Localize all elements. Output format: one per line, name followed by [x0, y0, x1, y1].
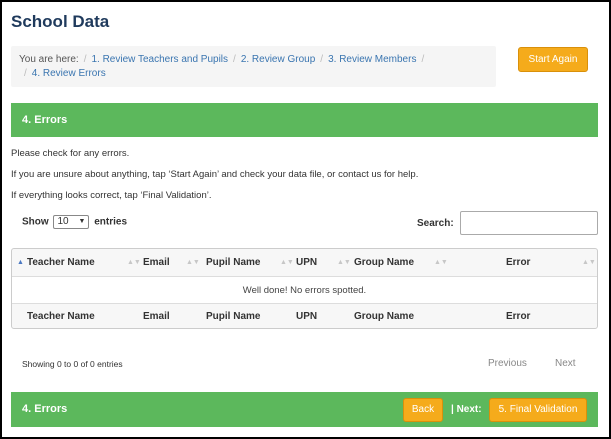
breadcrumb-separator: /: [24, 68, 27, 79]
section-header-bar: 4. Errors: [11, 103, 598, 137]
sort-icon: ▲▼: [582, 259, 596, 266]
column-footer-pupil-name: Pupil Name: [206, 311, 261, 322]
final-validation-button[interactable]: 5. Final Validation: [489, 398, 587, 422]
table-header-row: ▲ Teacher Name ▲▼ Email ▲▼ Pupil Name ▲▼…: [12, 249, 597, 277]
search-label: Search:: [417, 218, 454, 229]
breadcrumb-separator: /: [421, 54, 425, 65]
breadcrumb-prefix: You are here:: [19, 54, 79, 65]
column-header-group-name[interactable]: Group Name: [354, 249, 414, 277]
entries-select-value: 10: [57, 216, 69, 227]
section-title: 4. Errors: [22, 114, 68, 126]
entries-length-control: Show 10 ▼ entries: [22, 215, 127, 229]
column-footer-group-name: Group Name: [354, 311, 415, 322]
sort-icon: ▲▼: [186, 259, 200, 266]
breadcrumb-link-review-teachers[interactable]: 1. Review Teachers and Pupils: [91, 54, 228, 65]
column-footer-teacher-name: Teacher Name: [27, 311, 95, 322]
sort-icon: ▲▼: [127, 259, 141, 266]
sort-ascending-icon: ▲: [17, 259, 24, 266]
sort-icon: ▲▼: [280, 259, 294, 266]
pagination-previous[interactable]: Previous: [488, 358, 527, 369]
table-footer-row: Teacher Name Email Pupil Name UPN Group …: [12, 305, 597, 329]
breadcrumb: You are here: / 1. Review Teachers and Pup…: [11, 46, 496, 87]
column-header-error[interactable]: Error: [506, 249, 530, 277]
column-header-email[interactable]: Email: [143, 249, 170, 277]
instruction-check-errors: Please check for any errors.: [11, 148, 130, 159]
show-label: Show: [22, 216, 49, 228]
back-button[interactable]: Back: [403, 398, 443, 422]
breadcrumb-separator: /: [233, 54, 236, 65]
sort-icon: ▲▼: [337, 259, 351, 266]
entries-label: entries: [94, 216, 128, 228]
breadcrumb-link-review-errors[interactable]: 4. Review Errors: [32, 68, 106, 79]
column-header-teacher-name[interactable]: Teacher Name: [27, 249, 95, 277]
breadcrumb-separator: /: [83, 54, 87, 65]
instruction-unsure: If you are unsure about anything, tap ‘S…: [11, 169, 419, 180]
column-footer-error: Error: [506, 311, 531, 322]
instruction-final-validation: If everything looks correct, tap ‘Final …: [11, 190, 212, 201]
search-input[interactable]: [460, 211, 598, 235]
column-footer-upn: UPN: [296, 311, 318, 322]
column-footer-email: Email: [143, 311, 170, 322]
sort-icon: ▲▼: [434, 259, 448, 266]
pagination-next[interactable]: Next: [555, 358, 576, 369]
table-info: Showing 0 to 0 of 0 entries: [22, 359, 123, 369]
empty-table-message: Well done! No errors spotted.: [12, 277, 597, 304]
breadcrumb-link-review-group[interactable]: 2. Review Group: [241, 54, 315, 65]
entries-select[interactable]: 10 ▼: [53, 215, 90, 229]
errors-table: ▲ Teacher Name ▲▼ Email ▲▼ Pupil Name ▲▼…: [11, 248, 598, 329]
footer-title: 4. Errors: [22, 403, 68, 415]
column-header-upn[interactable]: UPN: [296, 249, 317, 277]
next-label: | Next:: [451, 404, 482, 415]
chevron-down-icon: ▼: [78, 218, 86, 225]
breadcrumb-link-review-members[interactable]: 3. Review Members: [328, 54, 416, 65]
breadcrumb-separator: /: [320, 54, 324, 65]
page-title: School Data: [11, 12, 110, 31]
column-header-pupil-name[interactable]: Pupil Name: [206, 249, 260, 277]
start-again-button[interactable]: Start Again: [518, 47, 588, 72]
